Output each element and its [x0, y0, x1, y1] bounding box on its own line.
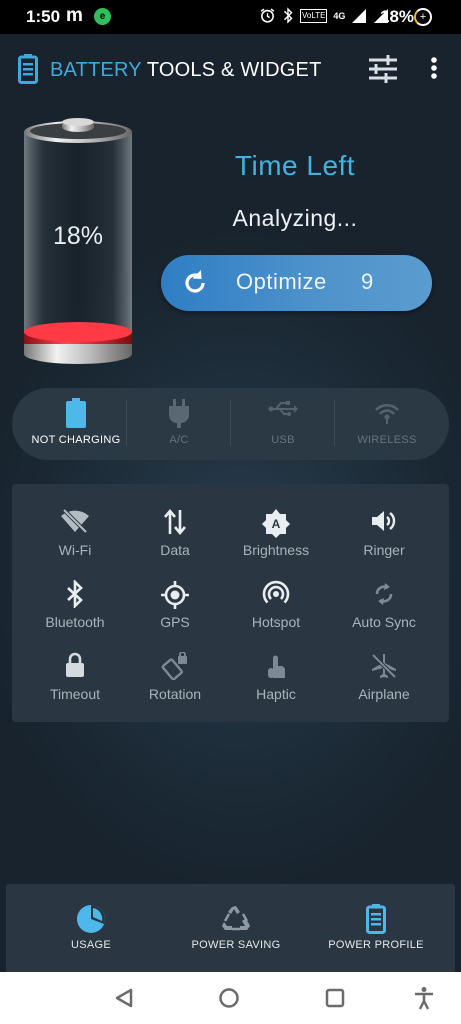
optimize-button[interactable]: Optimize 9	[161, 255, 432, 311]
time-left-label: Time Left	[234, 150, 356, 181]
refresh-icon	[185, 270, 205, 293]
toggle-haptic[interactable]: Haptic	[221, 652, 331, 712]
tune-icon[interactable]	[366, 52, 400, 86]
toggle-label: Airplane	[358, 686, 410, 702]
alarm-icon	[260, 8, 275, 23]
battery-percent: 18%	[52, 222, 104, 250]
app-title: BATTERY TOOLS & WIDGET	[50, 59, 322, 82]
optimize-count: 9	[361, 269, 374, 294]
gps-icon	[161, 581, 189, 609]
airplane-off-icon	[371, 653, 397, 679]
toggle-label: Data	[160, 542, 190, 558]
optimize-label: Optimize	[236, 269, 327, 294]
toggle-rotation[interactable]: Rotation	[120, 652, 230, 712]
quick-toggles-panel: Wi-Fi Data A Brightness Ringer Bluetooth…	[12, 484, 449, 722]
more-vert-icon[interactable]	[426, 56, 442, 82]
wifi-off-icon	[61, 508, 89, 534]
network-type: 4G	[333, 10, 346, 21]
charge-label: USB	[271, 434, 295, 446]
toggle-ringer[interactable]: Ringer	[329, 508, 439, 568]
toggle-gps[interactable]: GPS	[120, 580, 230, 640]
lock-icon	[66, 652, 84, 677]
battery-profile-icon	[366, 904, 386, 934]
toggle-label: Timeout	[49, 686, 101, 702]
notification-badge-icon: e	[94, 8, 111, 25]
divider	[334, 400, 335, 446]
charge-usb[interactable]: USB	[232, 388, 334, 460]
status-icons: VoLTE 4G	[259, 7, 389, 24]
toggle-hotspot[interactable]: Hotspot	[221, 580, 331, 640]
sync-icon	[375, 583, 393, 605]
carrier-icon: m	[66, 5, 83, 26]
hotspot-icon	[262, 580, 290, 604]
toggle-label: GPS	[160, 614, 190, 630]
charge-not-charging[interactable]: NOT CHARGING	[24, 388, 128, 460]
touch-icon	[268, 655, 285, 678]
wireless-icon	[375, 403, 399, 424]
status-time: 1:50	[26, 7, 61, 26]
bluetooth-status-icon	[283, 7, 293, 24]
charge-label: A/C	[169, 434, 189, 446]
toggle-label: Auto Sync	[352, 614, 416, 630]
signal-icon	[352, 8, 367, 23]
time-left-value: Analyzing...	[232, 205, 358, 231]
battery-graphic: 18%	[22, 118, 134, 364]
bluetooth-icon	[67, 580, 83, 608]
speaker-icon	[372, 511, 396, 531]
brightness-auto-icon: A	[262, 509, 290, 538]
battery-icon	[66, 398, 86, 428]
toggle-label: Brightness	[242, 542, 310, 558]
bottom-navigation: USAGE POWER SAVING POWER PROFILE	[6, 884, 455, 972]
home-icon[interactable]	[218, 987, 240, 1009]
volte-icon: VoLTE	[300, 8, 328, 23]
app-bar: BATTERY TOOLS & WIDGET	[0, 34, 461, 106]
toggle-label: Ringer	[363, 542, 405, 558]
plug-icon	[169, 399, 189, 428]
toggle-brightness[interactable]: A Brightness	[221, 508, 331, 568]
nav-label: POWER SAVING	[191, 939, 281, 951]
charging-status-panel: NOT CHARGING A/C USB WIRELESS	[12, 388, 449, 460]
data-icon	[164, 508, 186, 536]
toggle-bluetooth[interactable]: Bluetooth	[20, 580, 130, 640]
usb-icon	[268, 401, 298, 416]
charge-ac[interactable]: A/C	[128, 388, 230, 460]
toggle-autosync[interactable]: Auto Sync	[329, 580, 439, 640]
status-bar: 1:50 m e VoLTE 4G 18% +	[0, 0, 461, 34]
pie-chart-icon	[77, 905, 105, 933]
divider	[126, 400, 127, 446]
toggle-label: Hotspot	[251, 614, 301, 630]
nav-label: USAGE	[70, 939, 111, 951]
app-title-part2: TOOLS & WIDGET	[146, 59, 322, 81]
toggle-label: Bluetooth	[45, 614, 105, 630]
toggle-airplane[interactable]: Airplane	[329, 652, 439, 712]
recycle-icon	[222, 906, 250, 931]
toggle-timeout[interactable]: Timeout	[20, 652, 130, 712]
system-nav-bar	[0, 972, 461, 1024]
app-battery-icon	[18, 54, 38, 84]
toggle-wifi[interactable]: Wi-Fi	[20, 508, 130, 568]
app-title-part1: BATTERY	[50, 59, 142, 81]
charge-wireless[interactable]: WIRELESS	[336, 388, 438, 460]
charge-label: WIRELESS	[357, 434, 417, 446]
accessibility-icon[interactable]	[413, 986, 435, 1010]
divider	[230, 400, 231, 446]
nav-label: POWER PROFILE	[328, 939, 424, 951]
recents-icon[interactable]	[324, 987, 346, 1009]
toggle-label: Wi-Fi	[58, 542, 92, 558]
rotation-icon	[161, 652, 187, 680]
nav-power-saving[interactable]: POWER SAVING	[161, 884, 311, 972]
toggle-label: Haptic	[256, 686, 296, 702]
nav-usage[interactable]: USAGE	[16, 884, 166, 972]
back-icon[interactable]	[113, 987, 135, 1009]
svg-text:A: A	[272, 517, 281, 531]
battery-saver-icon: +	[414, 8, 432, 26]
status-battery-percent: 18%	[380, 7, 415, 26]
nav-power-profile[interactable]: POWER PROFILE	[301, 884, 451, 972]
toggle-label: Rotation	[148, 686, 202, 702]
toggle-data[interactable]: Data	[120, 508, 230, 568]
charge-label: NOT CHARGING	[31, 434, 121, 446]
